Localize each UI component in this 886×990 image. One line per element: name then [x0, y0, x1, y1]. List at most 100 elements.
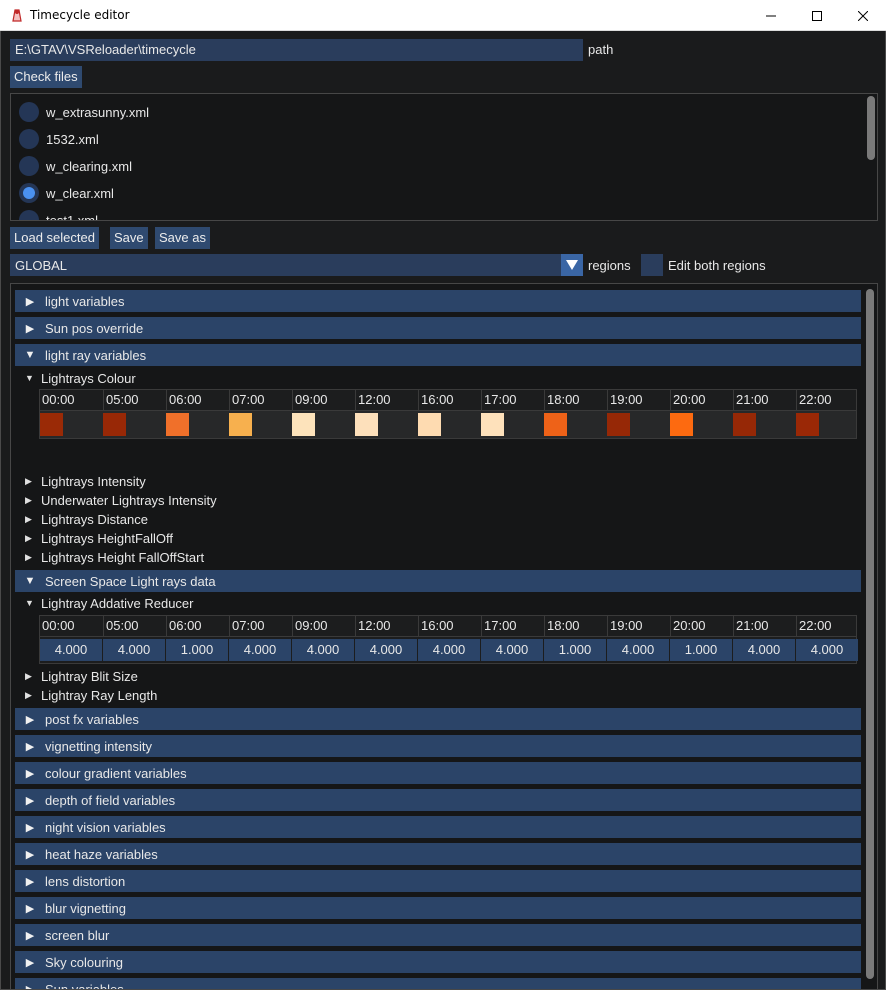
- section-header[interactable]: ▶ Sun variables: [15, 978, 861, 990]
- colour-swatch[interactable]: [355, 413, 378, 436]
- file-item[interactable]: w_clear.xml: [19, 182, 114, 204]
- triangle-right-icon: ▶: [25, 875, 35, 888]
- file-item[interactable]: w_extrasunny.xml: [19, 101, 149, 123]
- section-header[interactable]: ▶ lens distortion: [15, 870, 861, 892]
- edit-both-regions-checkbox[interactable]: [641, 254, 663, 276]
- value-input[interactable]: 1.000: [670, 639, 732, 661]
- file-list-scrollbar[interactable]: [867, 96, 875, 160]
- tree-node[interactable]: ▶ Lightrays Distance: [25, 510, 148, 528]
- section-header[interactable]: ▶ colour gradient variables: [15, 762, 861, 784]
- time-header: 12:00: [355, 390, 418, 410]
- triangle-right-icon: ▶: [25, 494, 32, 505]
- tree-node-expanded[interactable]: ▼ Lightrays Colour: [25, 369, 136, 387]
- value-input[interactable]: 4.000: [796, 639, 858, 661]
- tree-scrollbar[interactable]: [866, 289, 874, 979]
- check-files-button[interactable]: Check files: [10, 66, 82, 88]
- maximize-button[interactable]: [794, 0, 840, 31]
- node-label: Lightray Blit Size: [41, 668, 138, 684]
- section-header[interactable]: ▶ Sun pos override: [15, 317, 861, 339]
- node-label: Lightray Addative Reducer: [41, 595, 194, 611]
- colour-swatch[interactable]: [796, 413, 819, 436]
- section-header[interactable]: ▼ light ray variables: [15, 344, 861, 366]
- file-item[interactable]: test1.xml: [19, 209, 98, 220]
- file-item[interactable]: 1532.xml: [19, 128, 99, 150]
- section-label: screen blur: [45, 927, 110, 943]
- section-header[interactable]: ▶ depth of field variables: [15, 789, 861, 811]
- minimize-button[interactable]: [748, 0, 794, 31]
- save-button[interactable]: Save: [110, 227, 148, 249]
- section-header[interactable]: ▶ screen blur: [15, 924, 861, 946]
- file-item[interactable]: w_clearing.xml: [19, 155, 132, 177]
- triangle-right-icon: ▶: [25, 983, 35, 990]
- save-as-button[interactable]: Save as: [155, 227, 210, 249]
- radio-button-selected[interactable]: [19, 183, 39, 203]
- colour-swatch[interactable]: [166, 413, 189, 436]
- chevron-down-icon: [566, 260, 578, 270]
- triangle-down-icon: ▼: [25, 598, 34, 608]
- section-header[interactable]: ▶ Sky colouring: [15, 951, 861, 973]
- value-input[interactable]: 1.000: [544, 639, 606, 661]
- tree-node[interactable]: ▶ Lightrays Height FallOffStart: [25, 548, 204, 566]
- tree-node[interactable]: ▶ Lightray Blit Size: [25, 667, 138, 685]
- value-input[interactable]: 4.000: [733, 639, 795, 661]
- value-input[interactable]: 4.000: [481, 639, 543, 661]
- value-input[interactable]: 4.000: [292, 639, 354, 661]
- value-input[interactable]: 4.000: [103, 639, 165, 661]
- section-header[interactable]: ▶ light variables: [15, 290, 861, 312]
- colour-swatch[interactable]: [670, 413, 693, 436]
- section-header[interactable]: ▶ vignetting intensity: [15, 735, 861, 757]
- dropdown-button[interactable]: [561, 254, 583, 276]
- colour-swatch[interactable]: [733, 413, 756, 436]
- colour-swatch[interactable]: [292, 413, 315, 436]
- colour-swatch[interactable]: [418, 413, 441, 436]
- section-label: depth of field variables: [45, 792, 176, 808]
- file-name: w_clear.xml: [46, 185, 114, 201]
- section-header[interactable]: ▶ blur vignetting: [15, 897, 861, 919]
- section-header[interactable]: ▶ night vision variables: [15, 816, 861, 838]
- section-header[interactable]: ▶ heat haze variables: [15, 843, 861, 865]
- load-selected-button[interactable]: Load selected: [10, 227, 99, 249]
- value-input[interactable]: 4.000: [40, 639, 102, 661]
- radio-button[interactable]: [19, 102, 39, 122]
- window-title: Timecycle editor: [30, 8, 130, 22]
- tree-node-expanded[interactable]: ▼ Lightray Addative Reducer: [25, 594, 193, 612]
- editor-content: path Check files w_extrasunny.xml 1532.x…: [0, 31, 886, 990]
- section-header[interactable]: ▶ post fx variables: [15, 708, 861, 730]
- colour-keyframe-table: 00:00 05:00 06:00 07:00 09:00 12:00 16:0…: [39, 389, 857, 439]
- colour-swatch[interactable]: [481, 413, 504, 436]
- tree-node[interactable]: ▶ Lightray Ray Length: [25, 686, 157, 704]
- value-input[interactable]: 4.000: [607, 639, 669, 661]
- tree-node[interactable]: ▶ Lightrays Intensity: [25, 472, 146, 490]
- timecycle-tree[interactable]: ▶ light variables ▶ Sun pos override ▼ l…: [10, 283, 878, 990]
- radio-button[interactable]: [19, 156, 39, 176]
- time-header: 05:00: [103, 616, 166, 636]
- tree-node[interactable]: ▶ Underwater Lightrays Intensity: [25, 491, 217, 509]
- triangle-right-icon: ▶: [25, 322, 35, 335]
- tree-node[interactable]: ▶ Lightrays HeightFallOff: [25, 529, 173, 547]
- path-label: path: [588, 42, 614, 57]
- colour-swatch[interactable]: [607, 413, 630, 436]
- time-header: 16:00: [418, 616, 481, 636]
- value-input[interactable]: 1.000: [166, 639, 228, 661]
- radio-button[interactable]: [19, 210, 39, 220]
- value-input[interactable]: 4.000: [229, 639, 291, 661]
- close-icon: [858, 10, 868, 21]
- colour-swatch[interactable]: [544, 413, 567, 436]
- region-select[interactable]: GLOBAL: [10, 254, 583, 276]
- value-input[interactable]: 4.000: [355, 639, 417, 661]
- section-header[interactable]: ▼ Screen Space Light rays data: [15, 570, 861, 592]
- time-header: 21:00: [733, 390, 796, 410]
- triangle-right-icon: ▶: [25, 794, 35, 807]
- triangle-right-icon: ▶: [25, 295, 35, 308]
- file-list[interactable]: w_extrasunny.xml 1532.xml w_clearing.xml…: [10, 93, 878, 221]
- colour-swatch[interactable]: [40, 413, 63, 436]
- close-button[interactable]: [840, 0, 886, 31]
- path-input[interactable]: [10, 39, 583, 61]
- radio-button[interactable]: [19, 129, 39, 149]
- colour-swatch[interactable]: [229, 413, 252, 436]
- app-icon: [12, 9, 22, 22]
- colour-swatch[interactable]: [103, 413, 126, 436]
- value-input[interactable]: 4.000: [418, 639, 480, 661]
- time-header: 05:00: [103, 390, 166, 410]
- time-header: 22:00: [796, 616, 858, 636]
